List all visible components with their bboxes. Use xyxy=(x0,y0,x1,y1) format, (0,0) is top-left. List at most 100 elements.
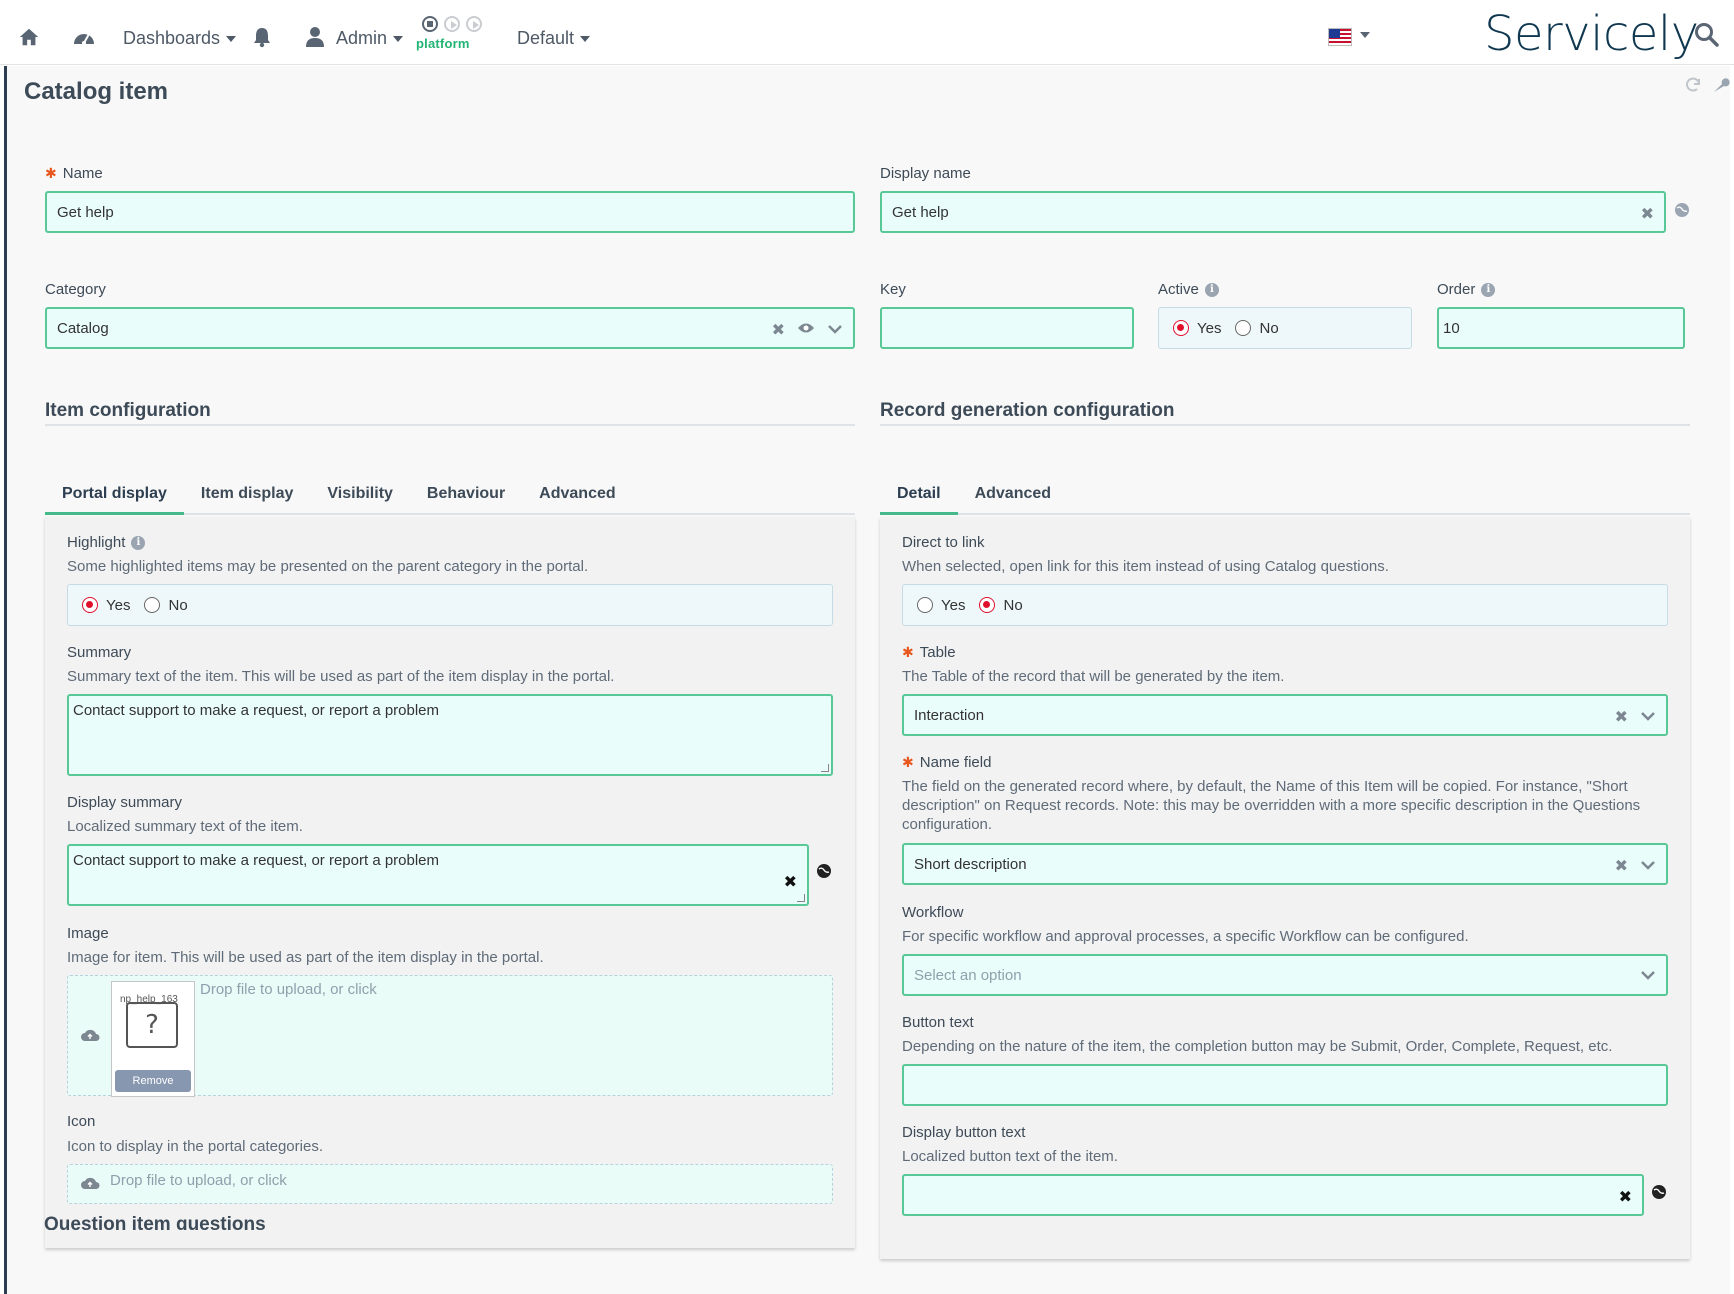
resize-handle[interactable] xyxy=(797,894,805,902)
default-menu[interactable]: Default xyxy=(517,28,591,49)
tab-record-advanced[interactable]: Advanced xyxy=(958,485,1068,513)
tab-visibility[interactable]: Visibility xyxy=(310,485,410,513)
search-icon[interactable] xyxy=(1694,22,1720,53)
chevron-down-icon xyxy=(226,35,237,42)
display-name-label: Display name xyxy=(880,165,971,182)
name-field-hint: The field on the generated record where,… xyxy=(902,778,1641,833)
question-bubble-icon: ? xyxy=(126,1002,178,1048)
remove-image-button[interactable]: Remove xyxy=(115,1070,191,1092)
chevron-down-icon xyxy=(393,35,404,42)
required-asterisk-icon: ✱ xyxy=(902,644,914,660)
workflow-select[interactable]: Select an option xyxy=(902,954,1668,996)
summary-textarea[interactable]: Contact support to make a request, or re… xyxy=(67,694,833,776)
servicely-logo: Servicely xyxy=(1484,6,1699,62)
required-asterisk-icon: ✱ xyxy=(902,754,914,770)
cloud-upload-icon xyxy=(80,1028,100,1047)
name-field-label: ✱ Name field xyxy=(902,754,992,771)
direct-link-yes-radio[interactable] xyxy=(917,597,933,613)
user-icon[interactable] xyxy=(305,26,327,48)
resize-handle[interactable] xyxy=(821,764,829,772)
order-input[interactable]: 10 xyxy=(1437,307,1685,349)
globe-icon[interactable] xyxy=(1674,202,1690,223)
image-drop-text: Drop file to upload, or click xyxy=(200,981,377,998)
display-name-input[interactable]: Get help ✖ xyxy=(880,191,1666,233)
clear-icon[interactable]: ✖ xyxy=(772,320,785,340)
image-thumbnail: np_help_163 ? Remove xyxy=(111,981,195,1097)
record-config-tabs: Detail Advanced xyxy=(880,485,1690,515)
display-button-text-hint: Localized button text of the item. xyxy=(902,1148,1118,1165)
tab-item-display[interactable]: Item display xyxy=(184,485,310,513)
us-flag-icon[interactable] xyxy=(1328,28,1352,46)
globe-icon[interactable] xyxy=(1651,1184,1667,1205)
highlight-yes-radio[interactable] xyxy=(82,597,98,613)
chevron-down-icon xyxy=(580,35,591,42)
order-label: Order i xyxy=(1437,281,1496,298)
key-input[interactable] xyxy=(880,307,1134,349)
chevron-down-icon[interactable] xyxy=(827,321,843,339)
highlight-label: Highlight i xyxy=(67,534,146,551)
active-no-radio[interactable] xyxy=(1235,320,1252,336)
dashboard-gauge-icon[interactable] xyxy=(72,26,94,48)
cloud-upload-icon xyxy=(80,1176,100,1195)
clear-icon[interactable]: ✖ xyxy=(1615,707,1628,727)
summary-label: Summary xyxy=(67,644,132,661)
info-icon[interactable]: i xyxy=(1481,282,1496,297)
highlight-no-radio[interactable] xyxy=(144,597,161,613)
tab-portal-display[interactable]: Portal display xyxy=(45,485,184,515)
admin-menu[interactable]: Admin xyxy=(336,28,404,49)
info-icon[interactable]: i xyxy=(1204,282,1219,297)
chevron-down-icon[interactable] xyxy=(1640,857,1656,875)
direct-link-label: Direct to link xyxy=(902,534,985,551)
eye-icon[interactable] xyxy=(797,321,815,339)
chevron-down-icon[interactable] xyxy=(1640,708,1656,726)
summary-hint: Summary text of the item. This will be u… xyxy=(67,668,615,685)
bell-icon[interactable] xyxy=(252,26,274,48)
name-input[interactable]: Get help xyxy=(45,191,855,233)
chevron-down-icon[interactable] xyxy=(1640,967,1656,985)
category-select[interactable]: Catalog ✖ xyxy=(45,307,855,349)
tab-behaviour[interactable]: Behaviour xyxy=(410,485,522,513)
section-divider xyxy=(45,424,855,426)
display-button-text-label: Display button text xyxy=(902,1124,1026,1141)
icon-dropzone[interactable]: Drop file to upload, or click xyxy=(67,1164,833,1204)
item-config-tabs: Portal display Item display Visibility B… xyxy=(45,485,855,515)
required-asterisk-icon: ✱ xyxy=(45,165,57,181)
dashboards-menu[interactable]: Dashboards xyxy=(123,28,237,49)
wrench-icon[interactable] xyxy=(1712,76,1730,99)
chevron-down-icon[interactable] xyxy=(1360,32,1370,38)
button-text-input[interactable] xyxy=(902,1064,1668,1106)
clear-icon[interactable]: ✖ xyxy=(784,872,797,892)
direct-link-no-radio[interactable] xyxy=(979,597,996,613)
table-select[interactable]: Interaction ✖ xyxy=(902,694,1668,736)
section-divider xyxy=(880,424,1690,426)
key-label: Key xyxy=(880,281,906,298)
icon-hint: Icon to display in the portal categories… xyxy=(67,1138,323,1155)
name-field-select[interactable]: Short description ✖ xyxy=(902,843,1668,885)
display-summary-label: Display summary xyxy=(67,794,183,811)
platform-selector[interactable]: platform xyxy=(416,16,486,51)
active-yes-radio[interactable] xyxy=(1173,320,1189,336)
clear-icon[interactable]: ✖ xyxy=(1641,204,1654,224)
item-configuration-title: Item configuration xyxy=(45,400,211,421)
table-hint: The Table of the record that will be gen… xyxy=(902,668,1285,685)
image-dropzone[interactable]: np_help_163 ? Remove Drop file to upload… xyxy=(67,975,833,1097)
question-item-questions-title: Question item questions xyxy=(44,1214,266,1230)
button-text-label: Button text xyxy=(902,1014,974,1031)
icon-drop-text: Drop file to upload, or click xyxy=(110,1172,287,1189)
display-summary-textarea[interactable]: Contact support to make a request, or re… xyxy=(67,844,809,906)
refresh-icon[interactable] xyxy=(1684,76,1702,99)
stop-icon xyxy=(422,16,438,32)
image-label: Image xyxy=(67,925,109,942)
globe-icon[interactable] xyxy=(816,863,832,884)
tab-advanced[interactable]: Advanced xyxy=(522,485,632,513)
info-icon[interactable]: i xyxy=(131,535,146,550)
home-icon[interactable] xyxy=(18,26,40,48)
image-hint: Image for item. This will be used as par… xyxy=(67,949,544,966)
clear-icon[interactable]: ✖ xyxy=(1615,856,1628,876)
name-label: ✱ Name xyxy=(45,165,103,182)
clear-icon[interactable]: ✖ xyxy=(1619,1187,1632,1207)
top-navigation-bar: Dashboards Admin platform Default Servic… xyxy=(0,0,1734,65)
display-button-text-input[interactable]: ✖ xyxy=(902,1174,1644,1216)
tab-detail[interactable]: Detail xyxy=(880,485,958,515)
highlight-hint: Some highlighted items may be presented … xyxy=(67,558,589,575)
